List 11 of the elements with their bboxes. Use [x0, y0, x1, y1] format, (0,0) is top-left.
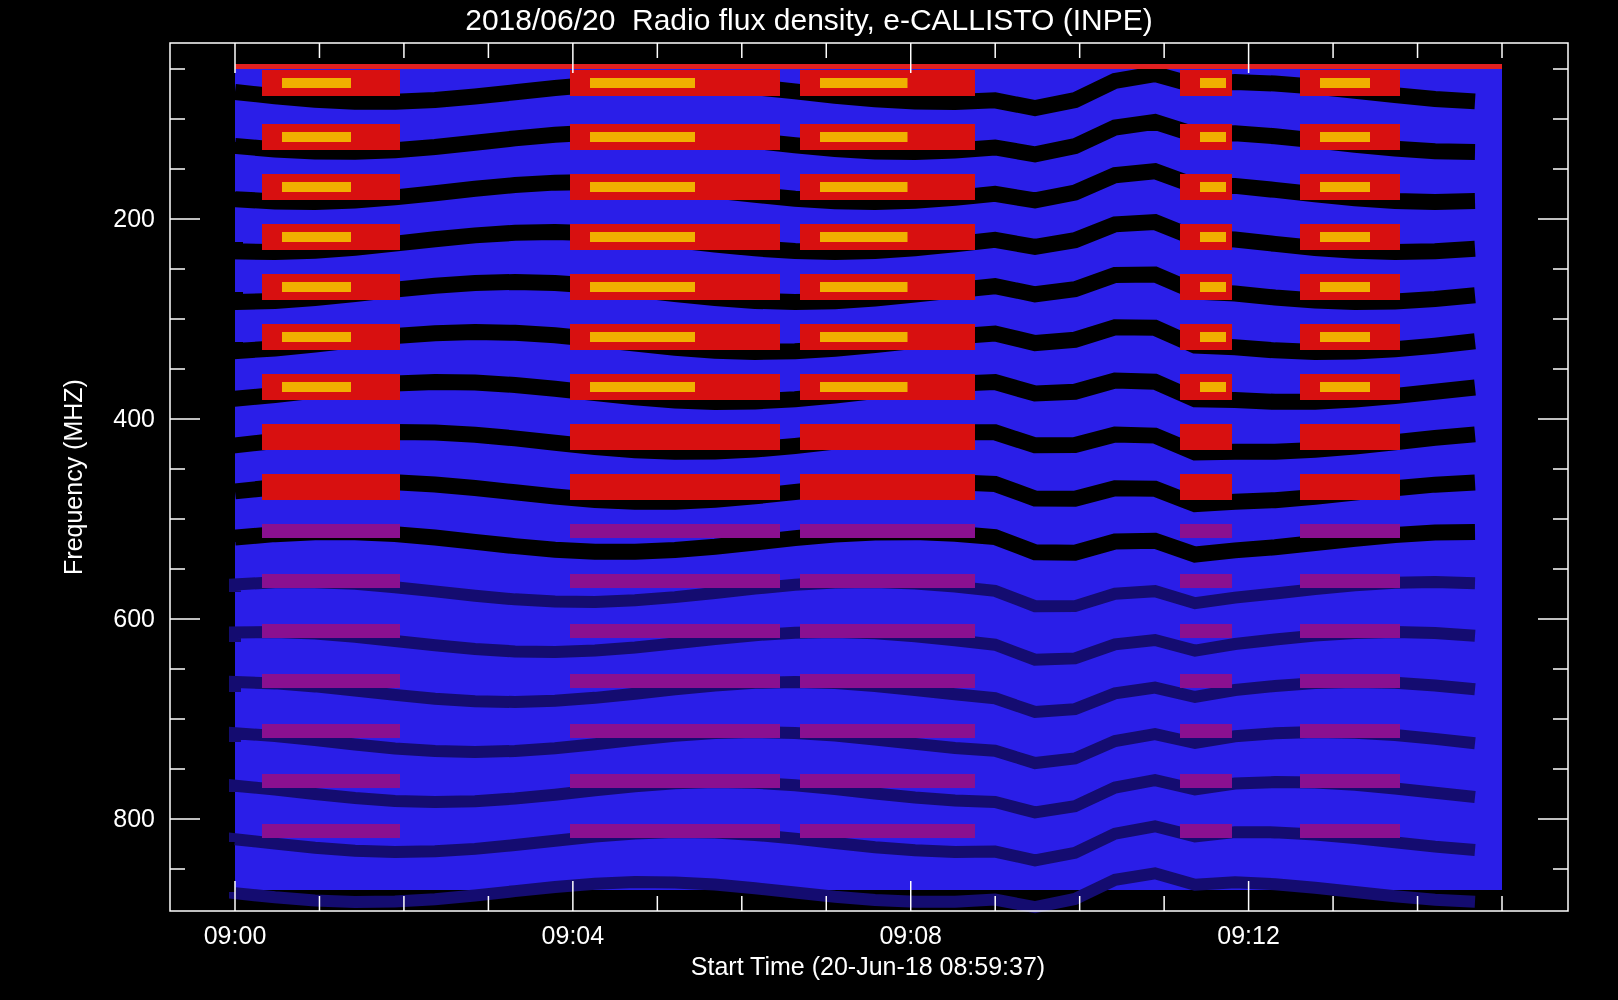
y-tick-label: 200 [113, 204, 155, 232]
chart-title: 2018/06/20 Radio flux density, e-CALLISTO (INPE) [465, 3, 1153, 36]
x-tick-label: 09:08 [879, 921, 942, 949]
y-tick-label: 600 [113, 604, 155, 632]
x-tick-label: 09:00 [203, 921, 267, 949]
x-axis-label: Start Time (20-Jun-18 08:59:37) [690, 952, 1046, 980]
x-tick-label: 09:12 [1217, 921, 1280, 949]
y-tick-label: 400 [113, 404, 155, 432]
y-tick-label: 800 [113, 804, 155, 832]
x-tick-label: 09:04 [541, 921, 605, 949]
y-axis-label: Frequency (MHZ) [59, 379, 87, 575]
